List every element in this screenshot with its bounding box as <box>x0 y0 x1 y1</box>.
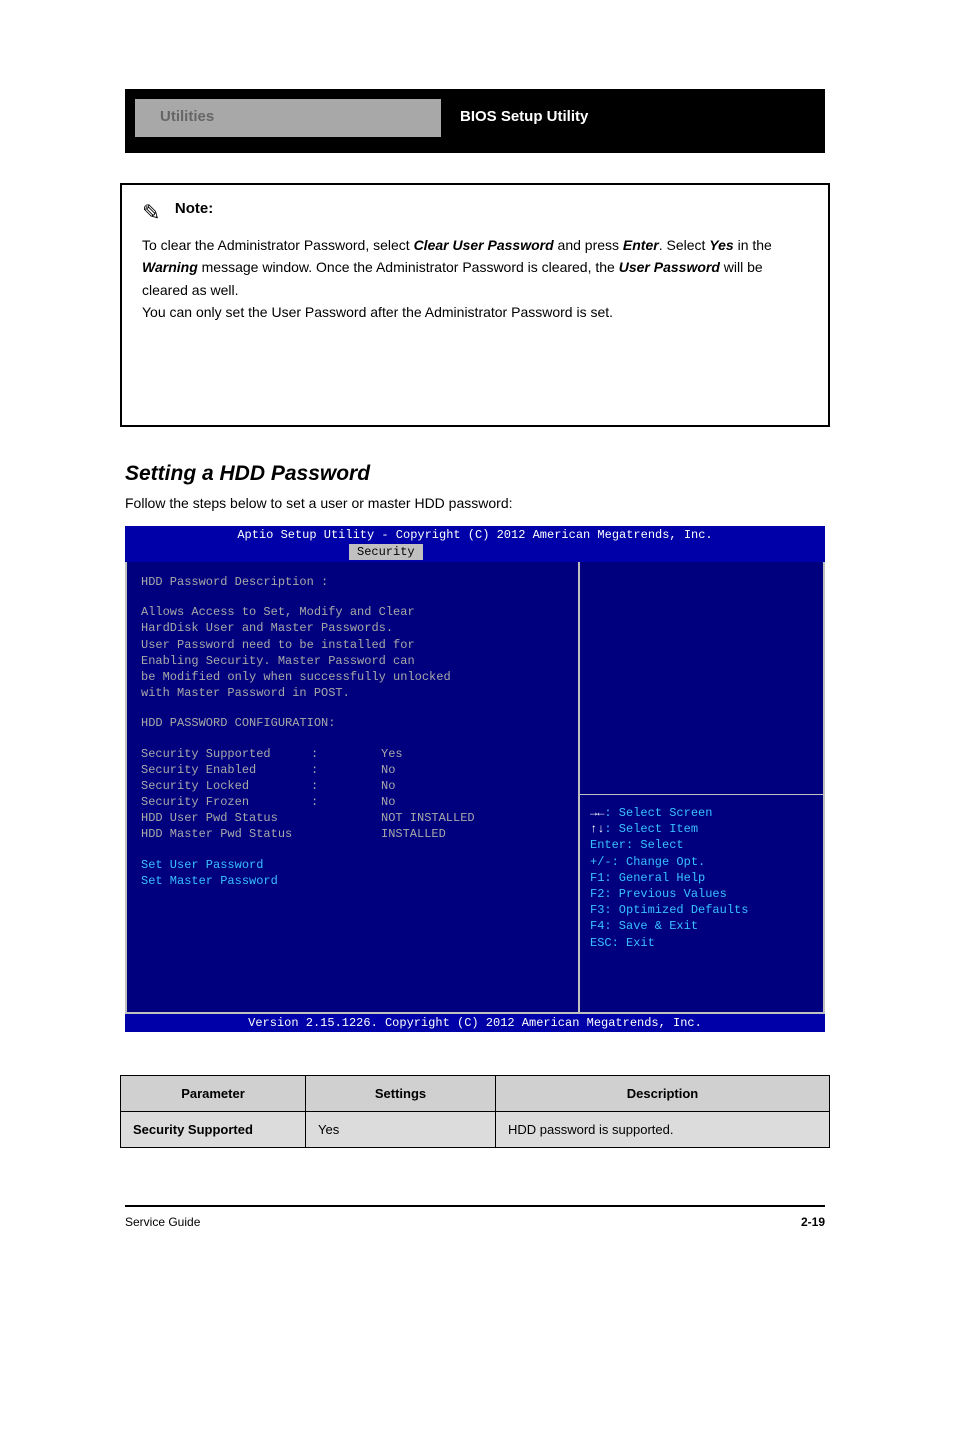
bios-body: HDD Password Description : Allows Access… <box>125 562 825 1014</box>
hdd-config-title: HDD PASSWORD CONFIGURATION: <box>141 715 564 731</box>
help-line: ESC: Exit <box>590 935 813 951</box>
bios-footer-bar: Version 2.15.1226. Copyright (C) 2012 Am… <box>125 1014 825 1032</box>
config-colon <box>311 810 381 826</box>
hdd-desc-line: Allows Access to Set, Modify and Clear <box>141 604 564 620</box>
help-line: ↑↓: Select Item <box>590 821 813 837</box>
td-setting: Yes <box>306 1112 496 1148</box>
config-value: No <box>381 762 395 778</box>
bios-screenshot: Aptio Setup Utility - Copyright (C) 2012… <box>125 526 825 1031</box>
th-description: Description <box>496 1076 830 1112</box>
th-parameter: Parameter <box>121 1076 306 1112</box>
config-value: No <box>381 794 395 810</box>
config-colon: : <box>311 778 381 794</box>
note-box: ✎ Note: To clear the Administrator Passw… <box>120 183 830 427</box>
config-row: HDD Master Pwd Status INSTALLED <box>141 826 564 842</box>
config-row: Security Locked:No <box>141 778 564 794</box>
note-title: Note: <box>175 200 213 217</box>
config-label: Security Enabled <box>141 762 311 778</box>
note-text: message window. Once the Administrator P… <box>198 259 619 275</box>
table-header-row: Parameter Settings Description <box>121 1076 830 1112</box>
section-heading: Setting a HDD Password <box>125 462 370 486</box>
config-row: Security Supported:Yes <box>141 746 564 762</box>
header-right-text: BIOS Setup Utility <box>460 108 588 125</box>
set-user-password[interactable]: Set User Password <box>141 857 564 873</box>
note-em: Enter <box>623 237 659 253</box>
hdd-desc-title: HDD Password Description : <box>141 574 564 590</box>
config-colon: : <box>311 794 381 810</box>
note-body: To clear the Administrator Password, sel… <box>142 234 808 324</box>
help-line: →←: Select Screen <box>590 805 813 821</box>
help-line: +/-: Change Opt. <box>590 854 813 870</box>
set-master-password[interactable]: Set Master Password <box>141 873 564 889</box>
config-colon: : <box>311 746 381 762</box>
bios-left-pane: HDD Password Description : Allows Access… <box>125 562 580 1014</box>
config-label: Security Supported <box>141 746 311 762</box>
config-colon: : <box>311 762 381 778</box>
config-label: HDD Master Pwd Status <box>141 826 311 842</box>
config-row: HDD User Pwd Status NOT INSTALLED <box>141 810 564 826</box>
hdd-desc-line: be Modified only when successfully unloc… <box>141 669 564 685</box>
config-row: Security Frozen:No <box>141 794 564 810</box>
hdd-desc-line: Enabling Security. Master Password can <box>141 653 564 669</box>
help-line: F2: Previous Values <box>590 886 813 902</box>
bios-title-bar: Aptio Setup Utility - Copyright (C) 2012… <box>125 526 825 544</box>
help-line: Enter: Select <box>590 837 813 853</box>
footer-rule <box>125 1205 825 1207</box>
note-em: User Password <box>619 259 720 275</box>
config-colon <box>311 826 381 842</box>
note-text: . Select <box>659 237 710 253</box>
hdd-desc-line: User Password need to be installed for <box>141 637 564 653</box>
config-label: Security Locked <box>141 778 311 794</box>
note-text: in the <box>734 237 772 253</box>
bios-tab-row: Security <box>125 544 825 562</box>
separator <box>580 794 823 795</box>
th-settings: Settings <box>306 1076 496 1112</box>
config-value: NOT INSTALLED <box>381 810 475 826</box>
note-em: Warning <box>142 259 198 275</box>
footer-left: Service Guide <box>125 1215 200 1229</box>
config-row: Security Enabled:No <box>141 762 564 778</box>
footer-page-number: 2-19 <box>801 1215 825 1229</box>
section-intro: Follow the steps below to set a user or … <box>125 495 513 511</box>
config-value: INSTALLED <box>381 826 446 842</box>
config-value: No <box>381 778 395 794</box>
config-value: Yes <box>381 746 403 762</box>
note-text: To clear the Administrator Password, sel… <box>142 237 414 253</box>
td-desc: HDD password is supported. <box>496 1112 830 1148</box>
help-line: F4: Save & Exit <box>590 918 813 934</box>
param-table-real: Parameter Settings Description Security … <box>120 1075 830 1148</box>
note-em: Yes <box>709 237 733 253</box>
arrow-icon: ↑↓ <box>590 822 604 836</box>
help-line: F1: General Help <box>590 870 813 886</box>
arrow-icon: →← <box>590 806 604 820</box>
note-text: and press <box>554 237 623 253</box>
help-block: →←: Select Screen ↑↓: Select Item Enter:… <box>590 784 813 951</box>
help-line: F3: Optimized Defaults <box>590 902 813 918</box>
bios-tab-security[interactable]: Security <box>349 544 423 560</box>
note-icon: ✎ <box>142 200 160 226</box>
bios-right-pane: →←: Select Screen ↑↓: Select Item Enter:… <box>580 562 825 1014</box>
hdd-desc-line: HardDisk User and Master Passwords. <box>141 620 564 636</box>
hdd-desc-line: with Master Password in POST. <box>141 685 564 701</box>
table-row: Security Supported Yes HDD password is s… <box>121 1112 830 1148</box>
note-em: Clear User Password <box>414 237 554 253</box>
config-label: HDD User Pwd Status <box>141 810 311 826</box>
config-label: Security Frozen <box>141 794 311 810</box>
td-param: Security Supported <box>121 1112 306 1148</box>
header-left-text: Utilities <box>160 108 214 125</box>
